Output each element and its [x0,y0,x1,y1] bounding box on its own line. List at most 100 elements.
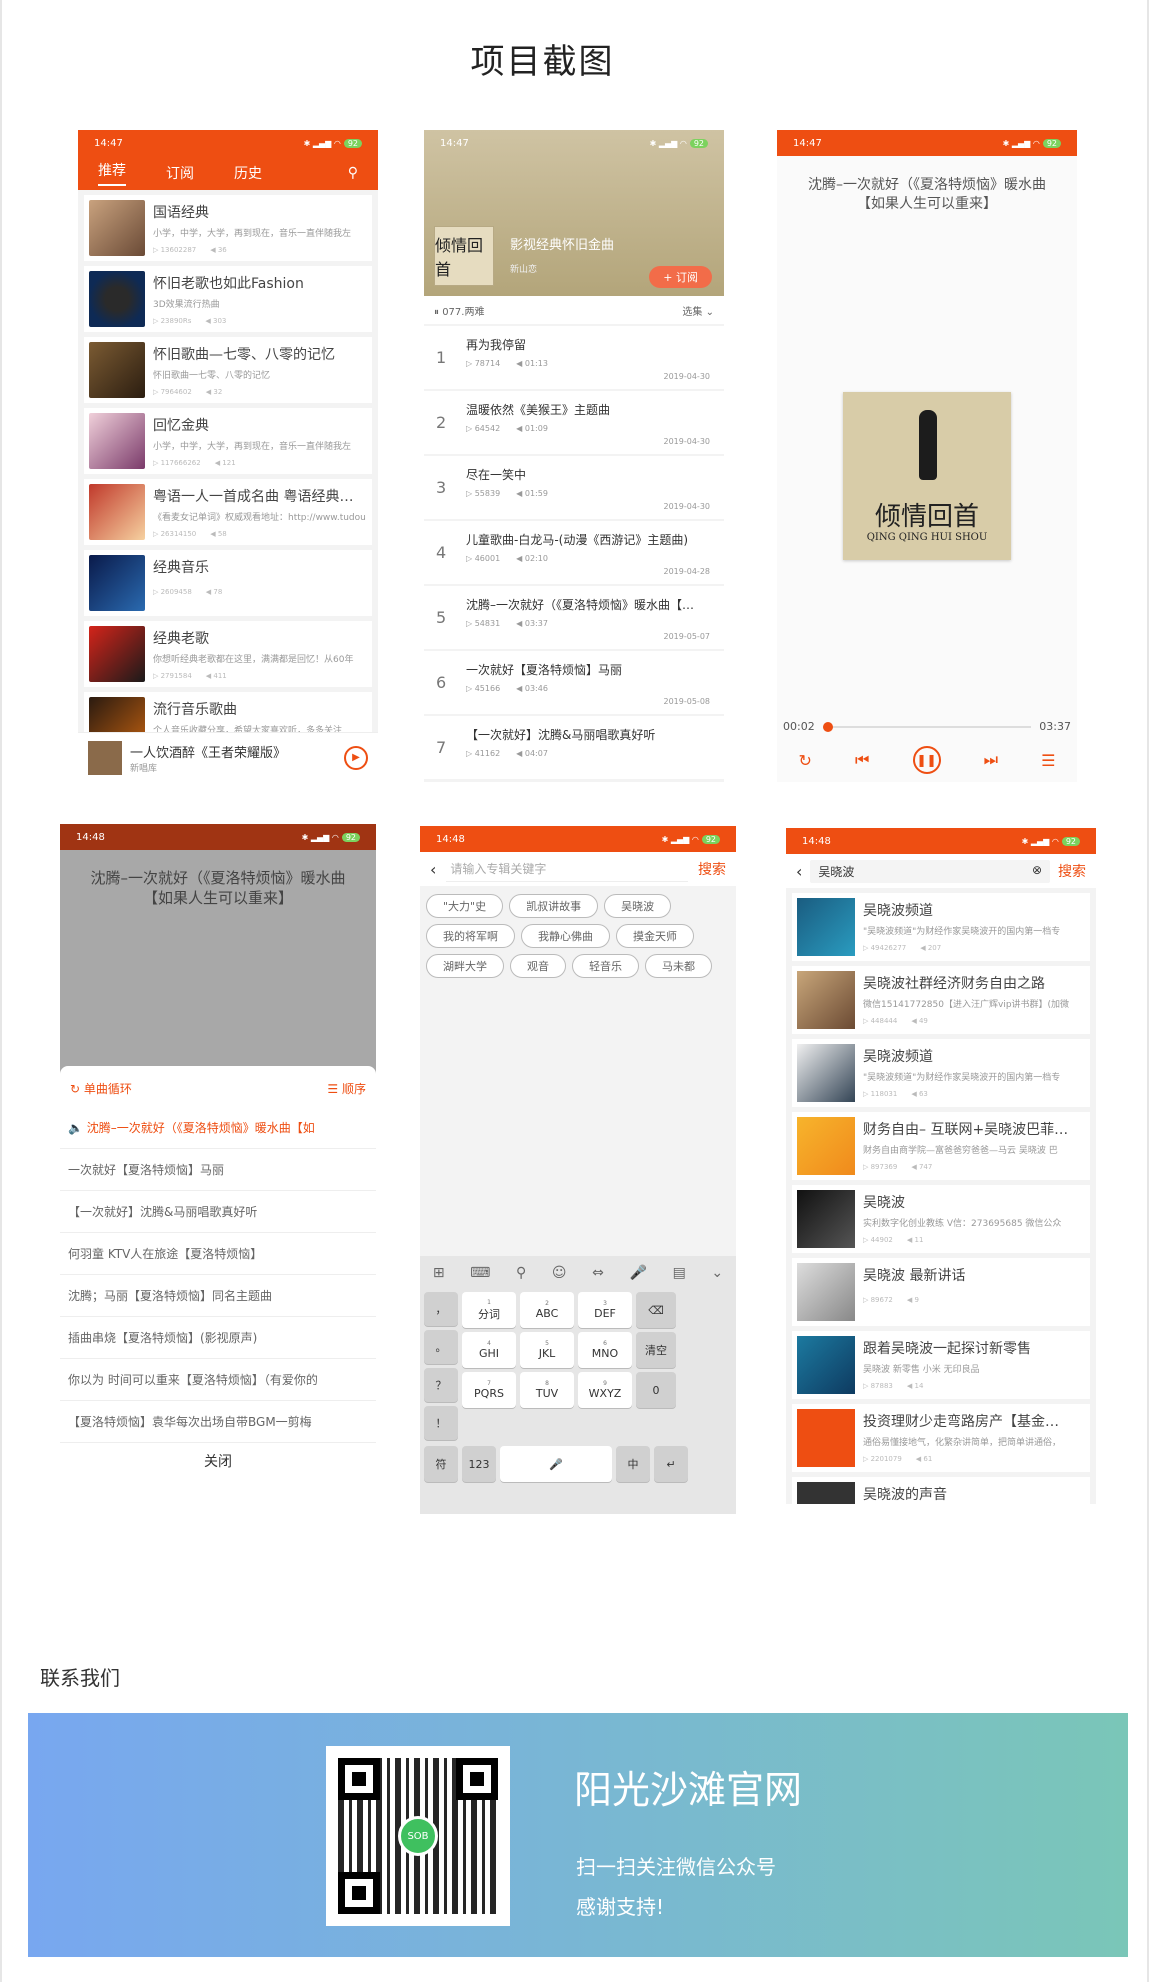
key-7[interactable]: 7 PQRS [462,1372,516,1408]
key-3[interactable]: 3 DEF [578,1292,632,1328]
backspace-icon[interactable]: ⌫ [636,1292,676,1328]
back-icon[interactable]: ‹ [796,862,802,881]
track-row[interactable]: 5 沈腾–一次就好（《夏洛特烦恼》暖水曲【… ▷ 54831 ◀ 03:37 2019… [424,586,724,649]
key-0[interactable]: 0 [636,1372,676,1408]
search-tag[interactable]: "大力"史 [426,894,504,918]
key-period[interactable]: 。 [424,1330,458,1364]
next-icon[interactable]: ⏭ [984,750,998,770]
list-item[interactable]: 国语经典 小学，中学，大学，再到现在，音乐一直伴随我左 ▷ 13602287 ◀ 3… [84,195,372,261]
result-cover [797,971,855,1029]
album-name: 经典音乐 [153,560,209,576]
loop-mode[interactable]: ↻ 单曲循环 [70,1080,132,1097]
progress-thumb[interactable] [822,721,833,732]
search-tag[interactable]: 凯叔讲故事 [509,894,599,918]
track-row[interactable]: 6 一次就好【夏洛特烦恼】马丽 ▷ 45166 ◀ 03:46 2019-05-08 [424,651,724,714]
search-input[interactable]: 吴晓波 ⊗ [810,859,1050,883]
result-item[interactable]: 吴晓波频道 "吴晓波频道"为财经作家吴晓波开的国内第一档专 ▷ 118031 ◀ 6… [792,1039,1090,1107]
list-item[interactable]: 回忆金典 小学，中学，大学，再到现在，音乐一直伴随我左 ▷ 117666262 ◀ … [84,408,372,474]
search-tag[interactable]: 我静心佛曲 [521,924,610,948]
clear-icon[interactable]: ⊗ [1032,863,1042,880]
subscribe-button[interactable]: + 订阅 [649,266,712,288]
search-tag[interactable]: 摸金天师 [616,924,694,948]
playlist-item[interactable]: 何羽童 KTV人在旅途【夏洛特烦恼】 [60,1233,376,1275]
key-exclaim[interactable]: ！ [424,1406,458,1440]
number-key[interactable]: 123 [462,1446,496,1482]
mic-icon[interactable]: 🎤 [630,1265,647,1281]
clear-key[interactable]: 清空 [636,1332,676,1368]
keyboard-icon[interactable]: ⌨ [470,1265,490,1281]
result-item[interactable]: 吴晓波的声音 [792,1477,1090,1504]
list-item[interactable]: 粤语一人一首成名曲 粤语经典… 《看麦女记单词》权威观看地址：http://www… [84,479,372,545]
pause-icon[interactable]: ❚❚ [912,746,941,774]
playlist-item[interactable]: 【夏洛特烦恼】袁华每次出场自带BGM一剪梅 [60,1401,376,1443]
list-item[interactable]: 经典音乐 ▷ 2609458 ◀ 78 [84,550,372,616]
search-button[interactable]: 搜索 [698,859,726,879]
tab-history[interactable]: 历史 [234,163,262,183]
result-item[interactable]: 财务自由– 互联网+吴晓波巴菲… 财务自由商学院—富爸爸穷爸爸—马云 吴晓波 巴 ▷… [792,1112,1090,1180]
list-item[interactable]: 怀旧老歌也如此Fashion 3D效果流行热曲 ▷ 23890Rs ◀ 303 [84,266,372,332]
search-tag[interactable]: 马未都 [645,954,712,978]
search-tag[interactable]: 湖畔大学 [426,954,504,978]
result-item[interactable]: 跟着吴晓波一起探讨新零售 吴晓波 新零售 小米 无印良品 ▷ 87883 ◀ 14 [792,1331,1090,1399]
grid-icon[interactable]: ⊞ [433,1265,445,1281]
select-button[interactable]: 选集 ⌄ [682,303,714,318]
previous-icon[interactable]: ⏮ [855,750,869,770]
clipboard-icon[interactable]: ▤ [673,1265,686,1281]
cursor-icon[interactable]: ⇔ [592,1265,604,1281]
playlist-item[interactable]: 你以为 时间可以重来【夏洛特烦恼】（有爱你的 [60,1359,376,1401]
collapse-icon[interactable]: ⌄ [711,1265,723,1281]
key-8[interactable]: 8 TUV [520,1372,574,1408]
search-tag[interactable]: 我的将军啊 [426,924,515,948]
list-item[interactable]: 怀旧歌曲—七零、八零的记忆 怀旧歌曲一七零、八零的记忆 ▷ 7964602 ◀ 32 [84,337,372,403]
key-4[interactable]: 4 GHI [462,1332,516,1368]
key-9[interactable]: 9 WXYZ [578,1372,632,1408]
list-item[interactable]: 经典老歌 你想听经典老歌都在这里，满满都是回忆！从60年 ▷ 2791584 ◀ 4… [84,621,372,687]
track-row[interactable]: 2 温暖依然《美猴王》主题曲 ▷ 64542 ◀ 01:09 2019-04-30 [424,391,724,454]
progress-track[interactable] [822,721,1032,732]
search-icon[interactable]: ⚲ [348,165,358,181]
result-item[interactable]: 吴晓波社群经济财务自由之路 微信15141772850【进入汪广辉vip讲书群】(… [792,966,1090,1034]
enter-icon[interactable]: ↵ [654,1446,688,1482]
key-2[interactable]: 2 ABC [520,1292,574,1328]
language-key[interactable]: 中 [616,1446,650,1482]
playlist-item[interactable]: 沈腾；马丽【夏洛特烦恼】同名主题曲 [60,1275,376,1317]
pause-icon[interactable]: ⏸ [434,307,439,318]
play-icon[interactable]: ▶ [344,745,368,770]
symbol-key[interactable]: 符 [424,1446,458,1482]
search-button[interactable]: 搜索 [1058,861,1086,881]
search-input[interactable]: 请输入专辑关键字 [446,856,688,882]
track-row[interactable]: 1 再为我停留 ▷ 78714 ◀ 01:13 2019-04-30 [424,326,724,389]
emoji-icon[interactable]: ☺ [552,1265,567,1281]
result-item[interactable]: 吴晓波频道 "吴晓波频道"为财经作家吴晓波开的国内第一档专 ▷ 49426277 ◀… [792,893,1090,961]
result-item[interactable]: 投资理财少走弯路房产【基金… 通俗易懂接地气，化繁杂讲简单，把简单讲通俗， ▷ 22… [792,1404,1090,1472]
track-row[interactable]: 7 【一次就好】沈腾&马丽唱歌真好听 ▷ 41162 ◀ 04:07 [424,716,724,779]
signal-icon: ✱ ▂▄▆ ◠ [303,138,341,148]
close-button[interactable]: 关闭 [60,1443,376,1471]
playlist-item[interactable]: 插曲串烧【夏洛特烦恼】(影视原声) [60,1317,376,1359]
order-toggle[interactable]: ☰ 顺序 [327,1080,366,1097]
progress-bar[interactable]: 00:02 03:37 [783,720,1071,733]
playlist-icon[interactable]: ☰ [1041,751,1055,770]
track-row[interactable]: 3 尽在一笑中 ▷ 55839 ◀ 01:59 2019-04-30 [424,456,724,519]
key-6[interactable]: 6 MNO [578,1332,632,1368]
track-row[interactable]: 4 儿童歌曲-白龙马-(动漫《西游记》主题曲) ▷ 46001 ◀ 02:10 201… [424,521,724,584]
playlist-item-current[interactable]: 🔈 沈腾–一次就好（《夏洛特烦恼》暖水曲【如 [60,1107,376,1149]
space-key[interactable]: 🎤 [500,1446,612,1482]
playlist-item[interactable]: 【一次就好】沈腾&马丽唱歌真好听 [60,1191,376,1233]
key-question[interactable]: ？ [424,1368,458,1402]
playlist-item[interactable]: 一次就好【夏洛特烦恼】马丽 [60,1149,376,1191]
key-5[interactable]: 5 JKL [520,1332,574,1368]
key-comma[interactable]: ， [424,1292,458,1326]
key-1[interactable]: 1 分词 [462,1292,516,1328]
result-item[interactable]: 吴晓波 最新讲话 ▷ 89672 ◀ 9 [792,1258,1090,1326]
tab-subscribe[interactable]: 订阅 [166,163,194,183]
back-icon[interactable]: ‹ [430,860,436,879]
search-tag[interactable]: 轻音乐 [572,954,639,978]
mini-player[interactable]: 一人饮酒醉《王者荣耀版》 新唱库 ▶ [78,732,378,782]
search-tag[interactable]: 观音 [510,954,566,978]
loop-icon[interactable]: ↻ [799,751,812,770]
tab-recommend[interactable]: 推荐 [98,160,126,186]
search-icon[interactable]: ⚲ [516,1265,526,1281]
search-tag[interactable]: 吴晓波 [604,894,672,918]
result-item[interactable]: 吴晓波 实利数字化创业教练 V信：273695685 微信公众 ▷ 44902 ◀ … [792,1185,1090,1253]
